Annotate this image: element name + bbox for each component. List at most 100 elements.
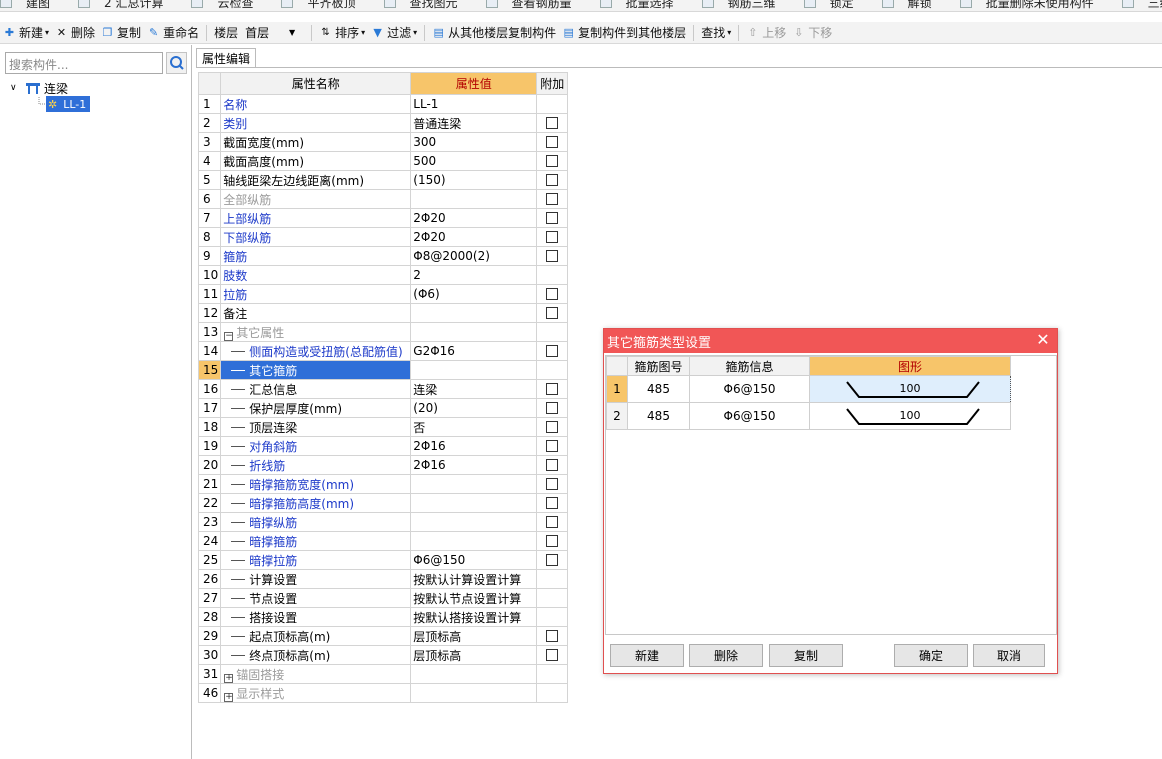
property-row[interactable]: 28 搭接设置 按默认搭接设置计算: [197, 607, 569, 627]
dialog-copy-button[interactable]: 复制: [769, 644, 843, 667]
cancel-button[interactable]: 取消: [973, 644, 1045, 667]
property-row[interactable]: 29 起点顶标高(m) 层顶标高: [197, 626, 569, 646]
move-up-button[interactable]: ⇧ 上移: [743, 23, 789, 43]
extra-checkbox[interactable]: [546, 497, 559, 509]
property-value[interactable]: 按默认节点设置计算: [410, 588, 538, 608]
copy-button[interactable]: ❐ 复制: [98, 23, 144, 43]
floor-select[interactable]: 首层 ▼: [241, 24, 299, 42]
property-row[interactable]: 31 + 锚固搭接: [197, 664, 569, 684]
property-row[interactable]: 30 终点顶标高(m) 层顶标高: [197, 645, 569, 665]
top-toolbar-item[interactable]: 批量选择: [599, 0, 688, 11]
dialog-delete-button[interactable]: 删除: [689, 644, 763, 667]
property-value[interactable]: (150): [410, 170, 538, 190]
property-row[interactable]: 2 类别 普通连梁: [197, 113, 569, 133]
property-row[interactable]: 5 轴线距梁左边线距离(mm) (150): [197, 170, 569, 190]
property-row[interactable]: 13− 其它属性: [197, 322, 569, 342]
property-value[interactable]: 层顶标高: [410, 645, 538, 665]
new-button[interactable]: ✚ 新建 ▾: [0, 23, 52, 43]
property-row[interactable]: 9 箍筋 Φ8@2000(2): [197, 246, 569, 266]
filter-button[interactable]: ▼ 过滤 ▾: [368, 23, 420, 43]
top-toolbar-item[interactable]: 云检查: [191, 0, 267, 11]
stirrup-row[interactable]: 1 485 Φ6@150 100: [606, 375, 1011, 403]
top-toolbar-item[interactable]: 钢筋三维: [701, 0, 790, 11]
copy-to-floor-button[interactable]: ▤ 复制构件到其他楼层: [559, 23, 689, 43]
property-value[interactable]: 2: [410, 265, 538, 285]
extra-checkbox[interactable]: [546, 345, 559, 357]
property-row[interactable]: 3 截面宽度(mm) 300: [197, 132, 569, 152]
top-toolbar-item[interactable]: 2 汇总计算: [78, 0, 177, 11]
top-toolbar-item[interactable]: 查找图元: [383, 0, 472, 11]
property-value[interactable]: 按默认计算设置计算: [410, 569, 538, 589]
top-toolbar-item[interactable]: 三维: [1121, 0, 1162, 11]
move-down-button[interactable]: ⇩ 下移: [789, 23, 835, 43]
top-toolbar-item[interactable]: 批量删除未使用构件: [959, 0, 1108, 11]
extra-checkbox[interactable]: [546, 421, 559, 433]
property-value[interactable]: Φ8@2000(2): [410, 246, 538, 266]
stirrup-shape-cell[interactable]: 100: [809, 402, 1011, 430]
property-value[interactable]: 2Φ20: [410, 227, 538, 247]
property-row[interactable]: 21 暗撑箍筋宽度(mm): [197, 474, 569, 494]
property-value[interactable]: 连梁: [410, 379, 538, 399]
property-value[interactable]: G2Φ16: [410, 341, 538, 361]
property-row[interactable]: 8 下部纵筋 2Φ20: [197, 227, 569, 247]
tree-node-coupling-beam[interactable]: ∨ 连梁: [10, 79, 68, 97]
close-icon[interactable]: ✕: [1035, 332, 1051, 348]
property-value[interactable]: Φ6@150: [410, 550, 538, 570]
search-input[interactable]: 搜索构件...: [5, 52, 163, 74]
extra-checkbox[interactable]: [546, 649, 559, 661]
stirrup-row[interactable]: 2 485 Φ6@150 100: [606, 402, 1011, 430]
extra-checkbox[interactable]: [546, 231, 559, 243]
property-value[interactable]: [410, 683, 538, 703]
dialog-new-button[interactable]: 新建: [610, 644, 684, 667]
top-toolbar-item[interactable]: 解锁: [881, 0, 946, 11]
extra-checkbox[interactable]: [546, 630, 559, 642]
tab-property-edit[interactable]: 属性编辑: [196, 48, 256, 67]
property-row[interactable]: 19 对角斜筋 2Φ16: [197, 436, 569, 456]
property-row[interactable]: 16 汇总信息 连梁: [197, 379, 569, 399]
property-value[interactable]: 2Φ16: [410, 436, 538, 456]
expand-icon[interactable]: +: [224, 673, 234, 683]
extra-checkbox[interactable]: [546, 250, 559, 262]
extra-checkbox[interactable]: [546, 117, 559, 129]
property-value[interactable]: [410, 512, 538, 532]
property-row[interactable]: 23 暗撑纵筋: [197, 512, 569, 532]
property-value[interactable]: [410, 303, 538, 323]
property-value[interactable]: [410, 360, 538, 380]
extra-checkbox[interactable]: [546, 212, 559, 224]
expand-icon[interactable]: +: [224, 692, 234, 702]
property-value[interactable]: [410, 474, 538, 494]
top-toolbar-item[interactable]: 锁定: [803, 0, 868, 11]
extra-checkbox[interactable]: [546, 307, 559, 319]
extra-checkbox[interactable]: [546, 174, 559, 186]
delete-button[interactable]: ✕ 删除: [52, 23, 98, 43]
find-button[interactable]: 查找 ▾: [698, 23, 734, 43]
property-value[interactable]: 500: [410, 151, 538, 171]
property-row[interactable]: 6 全部纵筋: [197, 189, 569, 209]
property-row[interactable]: 10 肢数 2: [197, 265, 569, 285]
top-toolbar-item[interactable]: 查看钢筋量: [485, 0, 586, 11]
rename-button[interactable]: ✎ 重命名: [144, 23, 202, 43]
extra-checkbox[interactable]: [546, 478, 559, 490]
search-button[interactable]: [166, 52, 187, 74]
extra-checkbox[interactable]: [546, 516, 559, 528]
extra-checkbox[interactable]: [546, 193, 559, 205]
property-value[interactable]: (Φ6): [410, 284, 538, 304]
property-value[interactable]: LL-1: [410, 94, 538, 114]
property-row[interactable]: 1 名称 LL-1: [197, 94, 569, 114]
ok-button[interactable]: 确定: [894, 644, 968, 667]
property-row[interactable]: 15 其它箍筋: [197, 360, 569, 380]
extra-checkbox[interactable]: [546, 136, 559, 148]
property-value[interactable]: 普通连梁: [410, 113, 538, 133]
stirrup-shape-cell[interactable]: 100: [809, 375, 1011, 403]
property-value[interactable]: 300: [410, 132, 538, 152]
property-value[interactable]: [410, 189, 538, 209]
property-value[interactable]: [410, 531, 538, 551]
property-value[interactable]: 2Φ16: [410, 455, 538, 475]
property-value[interactable]: 层顶标高: [410, 626, 538, 646]
property-row[interactable]: 46 + 显示样式: [197, 683, 569, 703]
property-row[interactable]: 11 拉筋 (Φ6): [197, 284, 569, 304]
property-value[interactable]: 2Φ20: [410, 208, 538, 228]
property-value[interactable]: [410, 664, 538, 684]
extra-checkbox[interactable]: [546, 288, 559, 300]
property-value[interactable]: [410, 493, 538, 513]
